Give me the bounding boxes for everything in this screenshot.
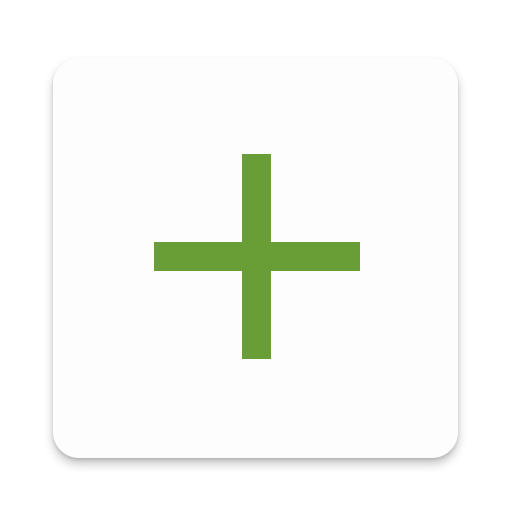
app-icon-canvas: [0, 0, 512, 512]
plus-icon: [154, 154, 360, 359]
plus-icon-horizontal-bar: [154, 242, 360, 271]
